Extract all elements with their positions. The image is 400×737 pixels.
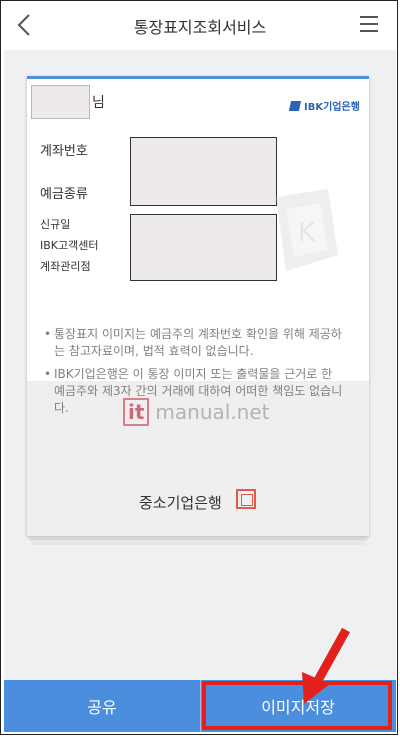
redacted-account-holder-name [31,85,90,119]
redacted-account-info [130,137,277,206]
page-title: 통장표지조회서비스 [133,18,267,37]
deposit-type-label: 예금종류 [40,187,88,202]
redacted-branch-info [130,214,277,281]
svg-text:K: K [298,218,316,248]
app-header: 통장표지조회서비스 [0,0,400,50]
share-button[interactable]: 공유 [4,680,200,732]
name-suffix: 님 [92,95,105,111]
managing-branch-label: 계좌관리점 [40,260,91,273]
ibk-logo: IBK기업은행 [288,98,360,113]
site-watermark: it manual.net [123,398,270,426]
card-stack-shadow [31,542,365,545]
hamburger-menu-icon[interactable] [360,16,378,32]
card-stack-shadow [29,538,367,541]
account-number-label: 계좌번호 [40,144,88,159]
ibk-logo-mark-icon [288,100,302,111]
customer-center-label: IBK고객센터 [40,239,99,252]
ibk-watermark-icon: K [276,189,338,271]
save-image-button[interactable]: 이미지저장 [200,680,396,732]
bank-seal-icon [236,489,256,509]
opened-date-label: 신규일 [40,218,71,231]
bank-name: 중소기업은행 [139,494,222,512]
red-arrow-icon [302,627,350,704]
notice-item: 통장표지 이미지는 예금주의 계좌번호 확인을 위해 제공하는 참고자료이며, … [44,326,344,360]
